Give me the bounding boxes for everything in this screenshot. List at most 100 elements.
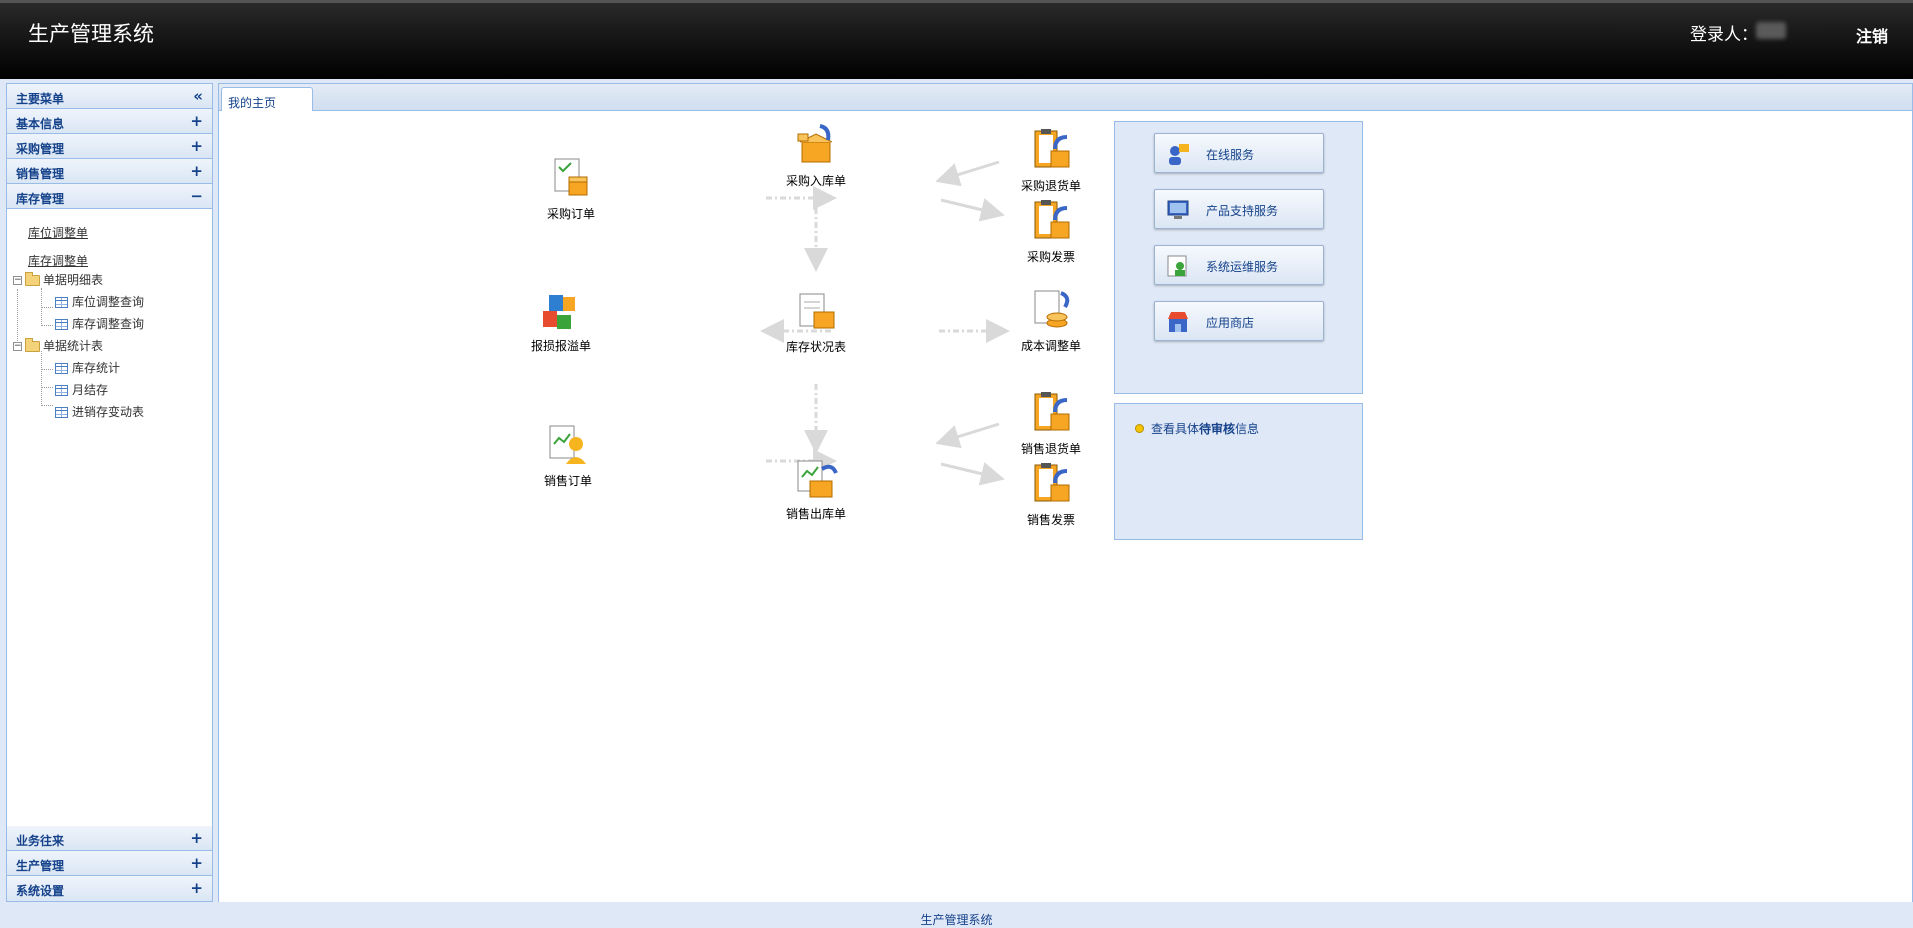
- node-sales-return[interactable]: 销售退货单: [1006, 390, 1096, 457]
- tree-item-stock-query[interactable]: 库存调整查询: [55, 315, 144, 333]
- sidebar-section-sales[interactable]: 销售管理 +: [7, 159, 212, 184]
- inventory-section-body: 库位调整单 库存调整单 − 单据明细表 库位调整查询 库存调整查询 − 单据统计表 …: [7, 209, 212, 829]
- arrow-return-to-in: [935, 160, 1000, 187]
- tree-item-label: 进销存变动表: [72, 405, 145, 419]
- box-out-icon: [797, 460, 838, 498]
- grid-icon: [55, 363, 68, 374]
- login-user-name: [1756, 22, 1786, 39]
- section-label: 系统设置: [16, 884, 65, 898]
- arrow-salesreturn-to-out: [935, 422, 1000, 449]
- sidebar-section-settings[interactable]: 系统设置 +: [7, 876, 212, 901]
- app-title: 生产管理系统: [28, 22, 154, 46]
- report-box-icon: [799, 293, 835, 329]
- expand-icon[interactable]: +: [190, 829, 203, 847]
- node-purchase-in[interactable]: 采购入库单: [771, 122, 861, 189]
- link-stock-adjust[interactable]: 库存调整单: [28, 252, 88, 269]
- collapse-section-icon[interactable]: −: [190, 187, 203, 205]
- tab-home[interactable]: 我的主页: [221, 87, 313, 111]
- node-sales-order[interactable]: 销售订单: [523, 422, 613, 489]
- node-loss-report[interactable]: 报损报溢单: [516, 287, 606, 354]
- product-support-button[interactable]: 产品支持服务: [1154, 189, 1324, 229]
- node-purchase-invoice[interactable]: 采购发票: [1006, 198, 1096, 265]
- tree-line: [41, 387, 53, 388]
- pending-review-link[interactable]: 查看具体待审核信息: [1151, 420, 1259, 437]
- expand-icon[interactable]: +: [190, 137, 203, 155]
- tree-item-label: 库存统计: [72, 361, 121, 375]
- node-label: 报损报溢单: [530, 339, 591, 353]
- service-label: 产品支持服务: [1206, 204, 1279, 218]
- clipboard-return-icon: [1034, 392, 1070, 431]
- pending-bold: 待审核: [1199, 422, 1236, 436]
- sidebar-header-main-menu: 主要菜单 «: [7, 84, 212, 109]
- expand-icon[interactable]: +: [190, 112, 203, 130]
- clipboard-invoice-icon: [1034, 200, 1070, 239]
- node-purchase-order[interactable]: 采购订单: [526, 155, 616, 222]
- online-service-button[interactable]: 在线服务: [1154, 133, 1324, 173]
- service-label: 在线服务: [1206, 148, 1255, 162]
- tree-folder-label: 单据统计表: [43, 339, 104, 353]
- section-label: 业务往来: [16, 834, 65, 848]
- tree-collapse-icon[interactable]: −: [13, 276, 22, 285]
- sidebar-section-basic-info[interactable]: 基本信息 +: [7, 109, 212, 134]
- sidebar-title: 主要菜单: [16, 92, 65, 106]
- tree-line: [41, 307, 53, 308]
- tree-item-label: 月结存: [72, 383, 109, 397]
- blocks-icon: [543, 295, 575, 329]
- tree-item-stock-stats[interactable]: 库存统计: [55, 359, 120, 377]
- node-sales-out[interactable]: 销售出库单: [771, 455, 861, 522]
- tree-item-monthly[interactable]: 月结存: [55, 381, 108, 399]
- tree-line: [41, 325, 53, 326]
- tree-collapse-icon[interactable]: −: [13, 342, 22, 351]
- tree-item-location-query[interactable]: 库位调整查询: [55, 293, 144, 311]
- tree-line: [41, 369, 53, 370]
- tree-folder-details[interactable]: − 单据明细表: [13, 271, 103, 289]
- node-label: 采购入库单: [785, 174, 846, 188]
- logout-link[interactable]: 注销: [1856, 23, 1888, 47]
- link-location-adjust[interactable]: 库位调整单: [28, 224, 88, 241]
- expand-icon[interactable]: +: [190, 879, 203, 897]
- node-cost-adjust[interactable]: 成本调整单: [1006, 287, 1096, 354]
- sidebar-section-business[interactable]: 业务往来 +: [7, 826, 212, 851]
- tree-folder-stats[interactable]: − 单据统计表: [13, 337, 103, 355]
- expand-icon[interactable]: +: [190, 162, 203, 180]
- service-label: 应用商店: [1206, 316, 1255, 330]
- node-label: 采购发票: [1026, 250, 1075, 264]
- sidebar-section-inventory[interactable]: 库存管理 −: [7, 184, 212, 209]
- node-sales-invoice[interactable]: 销售发票: [1006, 461, 1096, 528]
- ops-service-button[interactable]: 系统运维服务: [1154, 245, 1324, 285]
- ops-user-icon: [1167, 255, 1187, 277]
- sidebar-section-purchase[interactable]: 采购管理 +: [7, 134, 212, 159]
- tree-item-inout-changes[interactable]: 进销存变动表: [55, 403, 144, 421]
- footer: 生产管理系统: [920, 913, 993, 927]
- coins-doc-icon: [1034, 290, 1070, 328]
- section-label: 采购管理: [16, 142, 65, 156]
- box-in-icon: [797, 124, 833, 163]
- section-label: 基本信息: [16, 117, 65, 131]
- sidebar-section-production[interactable]: 生产管理 +: [7, 851, 212, 876]
- node-label: 采购订单: [546, 207, 595, 221]
- node-label: 销售退货单: [1020, 442, 1081, 456]
- node-label: 销售订单: [543, 474, 592, 488]
- grid-icon: [55, 297, 68, 308]
- arrow-out-to-salesinvoice: [940, 462, 1005, 486]
- service-panel: 在线服务 产品支持服务 系统运维服务 应用商店: [1114, 121, 1363, 394]
- main-panel: 我的主页 采购订单 采购入库单 采购退货单 采购发票 报损报溢单 库存状况表 成…: [218, 83, 1913, 902]
- expand-icon[interactable]: +: [190, 854, 203, 872]
- node-purchase-return[interactable]: 采购退货单: [1006, 127, 1096, 194]
- tree-item-label: 库存调整查询: [72, 317, 145, 331]
- collapse-icon[interactable]: «: [193, 87, 203, 105]
- node-stock-status[interactable]: 库存状况表: [771, 288, 861, 355]
- clipboard-invoice-icon: [1034, 463, 1070, 502]
- grid-icon: [55, 407, 68, 418]
- pending-prefix: 查看具体: [1151, 422, 1200, 436]
- clipboard-return-icon: [1034, 129, 1070, 168]
- tree-line: [17, 289, 18, 343]
- arrow-in-to-invoice: [940, 198, 1005, 222]
- tree-folder-label: 单据明细表: [43, 273, 104, 287]
- app-store-button[interactable]: 应用商店: [1154, 301, 1324, 341]
- tree-item-label: 库位调整查询: [72, 295, 145, 309]
- home-content: 采购订单 采购入库单 采购退货单 采购发票 报损报溢单 库存状况表 成本调整单 …: [219, 112, 1912, 902]
- tree-line: [41, 351, 42, 406]
- header-top-line: [0, 0, 1913, 3]
- grid-icon: [55, 385, 68, 396]
